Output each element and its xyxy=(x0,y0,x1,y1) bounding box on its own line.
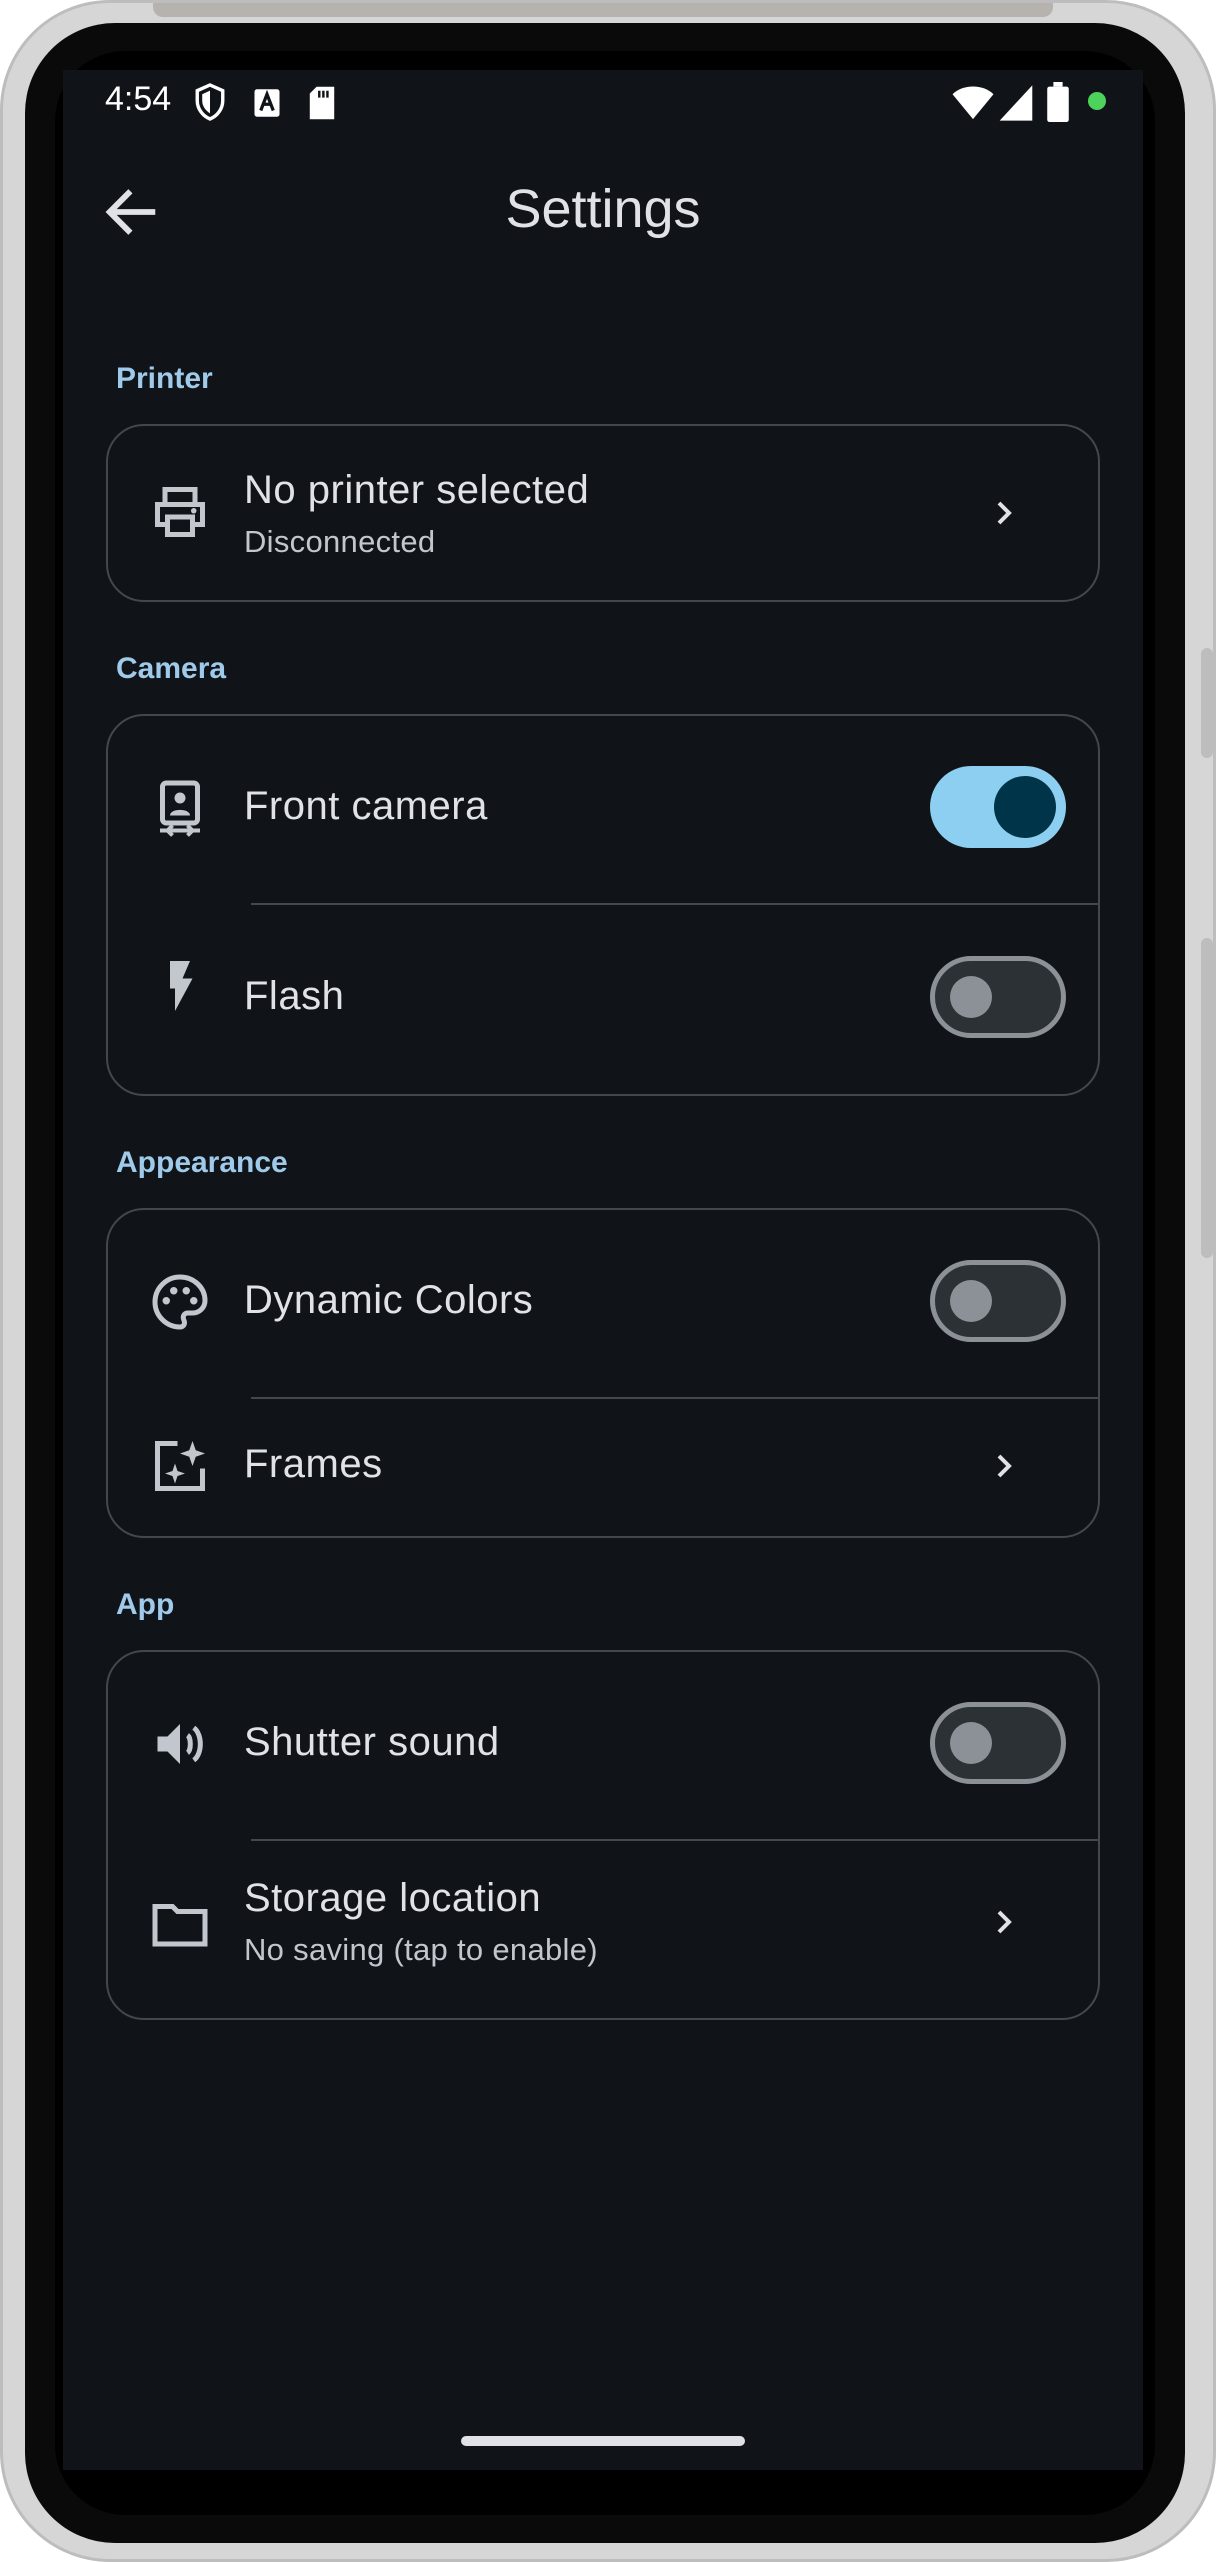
divider xyxy=(251,1839,1100,1841)
volume-icon xyxy=(157,1724,203,1764)
row-shutter-sound[interactable]: Shutter sound xyxy=(108,1652,1098,1840)
signal-icon xyxy=(999,85,1033,121)
card-appearance: Dynamic Colors Frames xyxy=(106,1208,1100,1538)
row-title-flash: Flash xyxy=(244,974,345,1018)
chevron-right-icon xyxy=(997,1910,1012,1934)
front-camera-icon xyxy=(160,780,200,837)
toggle-knob xyxy=(994,776,1056,838)
row-storage-location[interactable]: Storage location No saving (tap to enabl… xyxy=(108,1842,1098,2018)
battery-icon xyxy=(1047,82,1069,122)
a-icon xyxy=(254,89,280,117)
shield-icon xyxy=(195,83,225,121)
flash-toggle[interactable] xyxy=(930,956,1066,1038)
row-front-camera[interactable]: Front camera xyxy=(108,716,1098,904)
row-subtitle-printer: Disconnected xyxy=(244,524,436,559)
palette-icon xyxy=(152,1274,208,1330)
card-printer: No printer selected Disconnected xyxy=(106,424,1100,602)
row-title-dynamic-colors: Dynamic Colors xyxy=(244,1278,534,1322)
device-top-edge xyxy=(153,3,1053,17)
divider xyxy=(251,1397,1100,1399)
screen: 4:54 Settings Printer No printer selecte… xyxy=(63,70,1143,2470)
shutter-sound-toggle[interactable] xyxy=(930,1702,1066,1784)
wifi-icon xyxy=(952,86,994,120)
toggle-knob xyxy=(950,976,992,1018)
status-time: 4:54 xyxy=(105,80,172,118)
row-title-frames: Frames xyxy=(244,1442,383,1486)
row-title-storage-location: Storage location xyxy=(244,1876,542,1920)
section-title-camera: Camera xyxy=(116,652,227,685)
flash-icon xyxy=(170,961,193,1011)
volume-button xyxy=(1201,648,1213,758)
sd-card-icon xyxy=(309,86,335,120)
chevron-right-icon xyxy=(997,501,1012,525)
divider xyxy=(251,903,1100,905)
section-title-app: App xyxy=(116,1588,175,1621)
front-camera-toggle[interactable] xyxy=(930,766,1066,848)
row-flash[interactable]: Flash xyxy=(108,906,1098,1094)
card-app: Shutter sound Storage location No saving… xyxy=(106,1650,1100,2020)
navigation-handle[interactable] xyxy=(461,2436,745,2446)
section-title-appearance: Appearance xyxy=(116,1146,288,1179)
dynamic-colors-toggle[interactable] xyxy=(930,1260,1066,1342)
dot-icon xyxy=(1088,92,1106,110)
chevron-right-icon xyxy=(997,1454,1012,1478)
row-printer[interactable]: No printer selected Disconnected xyxy=(108,426,1098,600)
row-title-front-camera: Front camera xyxy=(244,784,488,828)
row-dynamic-colors[interactable]: Dynamic Colors xyxy=(108,1210,1098,1398)
status-bar: 4:54 xyxy=(63,70,1143,142)
page-title: Settings xyxy=(505,179,701,239)
power-button xyxy=(1201,938,1213,1258)
toggle-knob xyxy=(950,1722,992,1764)
frame-sparkle-icon xyxy=(155,1441,205,1491)
section-title-printer: Printer xyxy=(116,362,213,395)
row-title-printer: No printer selected xyxy=(244,468,590,512)
row-frames[interactable]: Frames xyxy=(108,1400,1098,1536)
printer-icon xyxy=(155,487,205,537)
card-camera: Front camera Flash xyxy=(106,714,1100,1096)
toggle-knob xyxy=(950,1280,992,1322)
row-title-shutter-sound: Shutter sound xyxy=(244,1720,500,1764)
folder-icon xyxy=(152,1904,208,1947)
row-subtitle-storage-location: No saving (tap to enable) xyxy=(244,1932,598,1967)
